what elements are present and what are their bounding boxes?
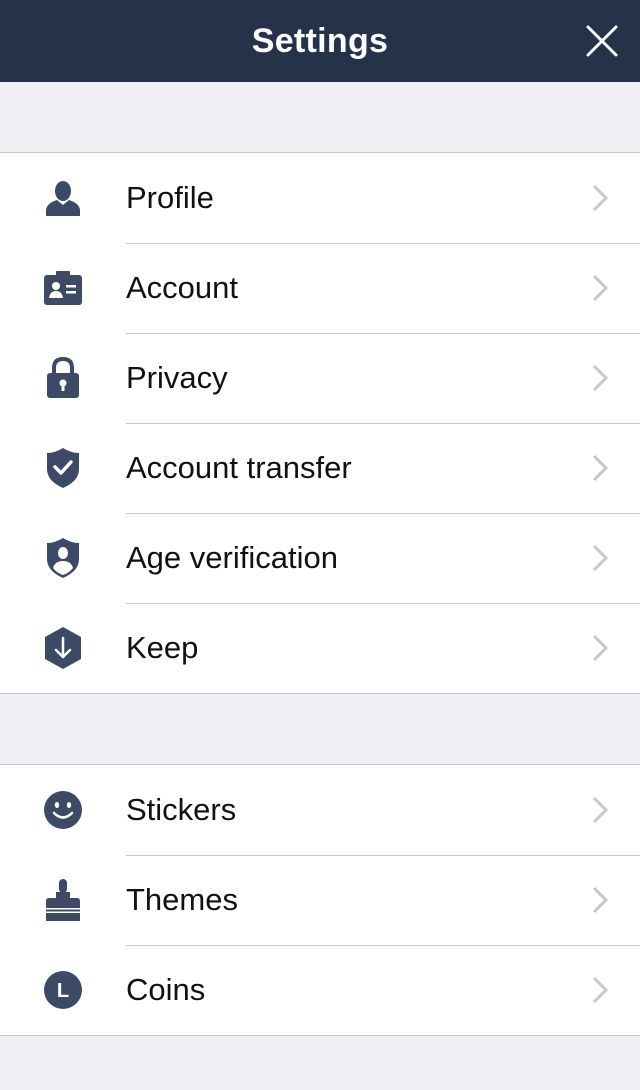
chevron-right-icon (570, 796, 630, 824)
row-label: Privacy (126, 360, 228, 395)
settings-group-shop: Stickers Themes L Coins (0, 764, 640, 1036)
chevron-right-icon (570, 976, 630, 1004)
chevron-right-icon (570, 634, 630, 662)
settings-row-privacy[interactable]: Privacy (0, 333, 640, 423)
row-icon-container (0, 513, 126, 603)
row-icon-container (0, 243, 126, 333)
page-title: Settings (251, 21, 389, 60)
row-label: Profile (126, 180, 214, 215)
person-icon (46, 181, 80, 216)
settings-row-age-verification[interactable]: Age verification (0, 513, 640, 603)
coin-icon: L (44, 971, 82, 1009)
close-icon (586, 25, 618, 57)
row-label: Coins (126, 972, 206, 1007)
paintbrush-icon (46, 879, 80, 921)
row-icon-container (0, 765, 126, 855)
chevron-right-icon (570, 364, 630, 392)
row-icon-container (0, 153, 126, 243)
settings-row-stickers[interactable]: Stickers (0, 765, 640, 855)
settings-row-profile[interactable]: Profile (0, 153, 640, 243)
chevron-right-icon (570, 454, 630, 482)
settings-row-coins[interactable]: L Coins (0, 945, 640, 1035)
chevron-right-icon (570, 886, 630, 914)
row-icon-container (0, 333, 126, 423)
close-button[interactable] (582, 21, 622, 61)
lock-icon (47, 357, 79, 398)
id-card-icon (44, 271, 82, 305)
settings-row-account[interactable]: Account (0, 243, 640, 333)
chevron-right-icon (570, 274, 630, 302)
row-icon-container (0, 603, 126, 693)
row-label: Keep (126, 630, 199, 665)
shield-check-icon (47, 448, 79, 488)
settings-row-account-transfer[interactable]: Account transfer (0, 423, 640, 513)
row-label: Account (126, 270, 239, 305)
row-label: Stickers (126, 792, 237, 827)
smiley-icon (44, 791, 82, 829)
hexagon-download-icon (45, 627, 81, 669)
settings-row-themes[interactable]: Themes (0, 855, 640, 945)
navigation-bar: Settings (0, 0, 640, 82)
settings-group-account: Profile Account Privacy Account transfer… (0, 152, 640, 694)
row-icon-container (0, 855, 126, 945)
row-label: Age verification (126, 540, 338, 575)
row-icon-container (0, 423, 126, 513)
shield-person-icon (47, 538, 79, 578)
settings-row-keep[interactable]: Keep (0, 603, 640, 693)
row-label: Themes (126, 882, 238, 917)
svg-text:L: L (57, 980, 69, 1002)
row-label: Account transfer (126, 450, 352, 485)
row-icon-container: L (0, 945, 126, 1035)
chevron-right-icon (570, 544, 630, 572)
chevron-right-icon (570, 184, 630, 212)
